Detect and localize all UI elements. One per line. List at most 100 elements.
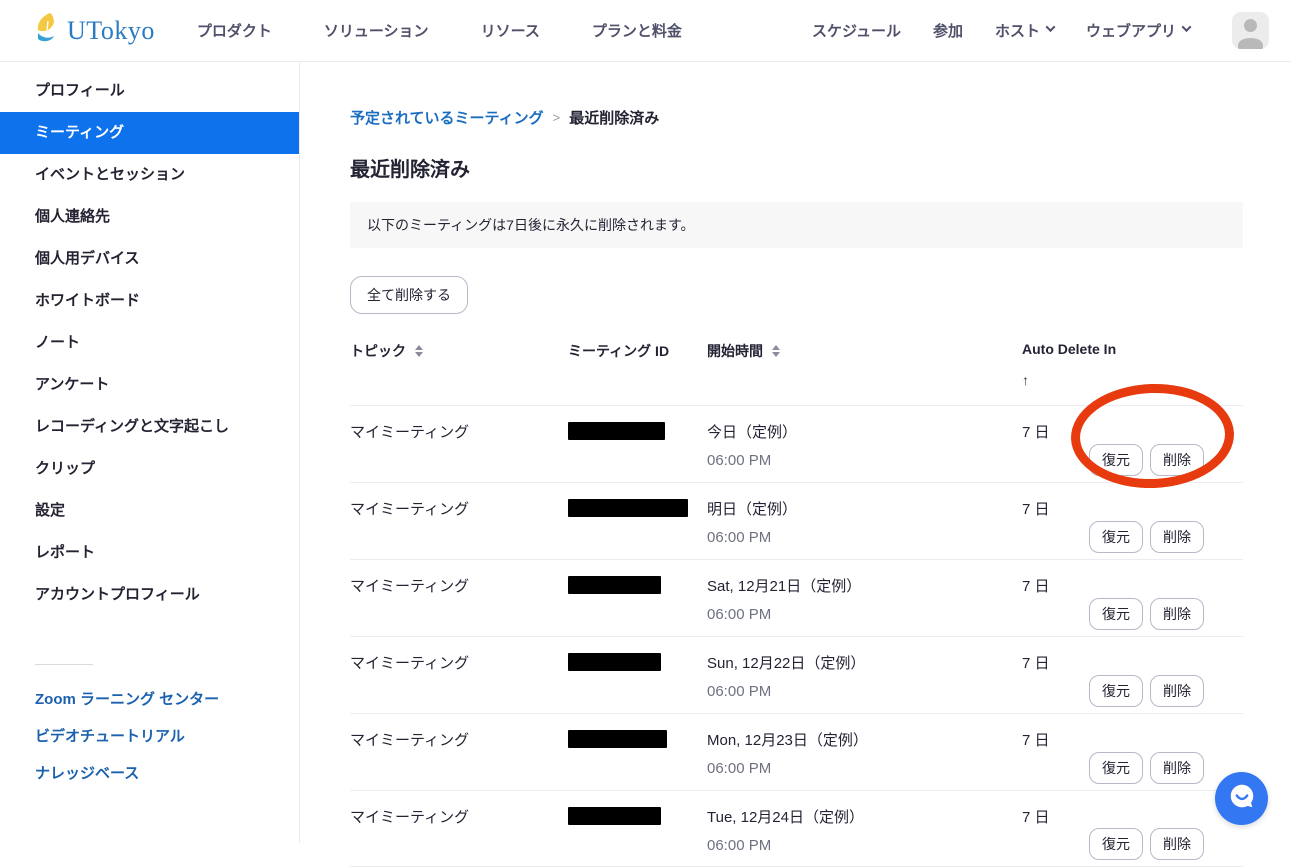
delete-button[interactable]: 削除 xyxy=(1150,675,1204,707)
delete-button[interactable]: 削除 xyxy=(1150,598,1204,630)
sidebar-item-surveys[interactable]: アンケート xyxy=(0,364,299,406)
webapp-dropdown[interactable]: ウェブアプリ xyxy=(1086,20,1190,41)
breadcrumb: 予定されているミーティング > 最近削除済み xyxy=(350,107,1243,128)
ginkgo-leaf-icon xyxy=(35,12,62,49)
row-actions: 復元 削除 xyxy=(1089,444,1204,476)
meeting-time: 06:00 PM xyxy=(707,452,797,469)
delete-all-button[interactable]: 全て削除する xyxy=(350,276,468,314)
row-actions: 復元 削除 xyxy=(1089,828,1204,860)
chat-launcher-button[interactable] xyxy=(1215,772,1268,825)
column-header-meeting-id: ミーティング ID xyxy=(568,343,669,359)
meeting-date: Tue, 12月24日（定例） xyxy=(707,806,864,827)
row-actions: 復元 削除 xyxy=(1089,521,1204,553)
sidebar-item-personal-devices[interactable]: 個人用デバイス xyxy=(0,238,299,280)
chevron-down-icon xyxy=(1182,22,1192,32)
nav-plans-pricing[interactable]: プランと料金 xyxy=(592,20,682,41)
host-dropdown-label: ホスト xyxy=(995,20,1040,41)
sidebar-item-meetings[interactable]: ミーティング xyxy=(0,112,299,154)
sort-icon[interactable] xyxy=(772,345,780,357)
meeting-date: 明日（定例） xyxy=(707,498,797,519)
meeting-time: 06:00 PM xyxy=(707,529,797,546)
schedule-button[interactable]: スケジュール xyxy=(812,20,901,41)
meeting-date: Mon, 12月23日（定例） xyxy=(707,729,868,750)
column-header-start-time: 開始時間 xyxy=(707,341,763,361)
restore-button[interactable]: 復元 xyxy=(1089,828,1143,860)
sidebar-item-notes[interactable]: ノート xyxy=(0,322,299,364)
delete-button[interactable]: 削除 xyxy=(1150,752,1204,784)
sidebar-item-settings[interactable]: 設定 xyxy=(0,490,299,532)
meeting-topic: マイミーティング xyxy=(350,729,469,750)
table-row: マイミーティング Mon, 12月23日（定例） 06:00 PM 7 日 復元… xyxy=(350,713,1243,790)
sidebar-item-personal-contacts[interactable]: 個人連絡先 xyxy=(0,196,299,238)
breadcrumb-upcoming-meetings-link[interactable]: 予定されているミーティング xyxy=(350,107,544,128)
user-avatar[interactable] xyxy=(1232,12,1269,49)
sort-icon[interactable] xyxy=(415,345,423,357)
meeting-topic: マイミーティング xyxy=(350,806,469,827)
page-title: 最近削除済み xyxy=(350,153,1243,182)
column-header-auto-delete-in: Auto Delete In xyxy=(1022,341,1116,357)
host-dropdown[interactable]: ホスト xyxy=(995,20,1054,41)
link-learning-center[interactable]: Zoom ラーニング センター xyxy=(0,681,299,718)
page-body: プロフィール ミーティング イベントとセッション 個人連絡先 個人用デバイス ホ… xyxy=(0,62,1291,843)
meeting-topic: マイミーティング xyxy=(350,575,469,596)
nav-resources[interactable]: リソース xyxy=(481,20,540,41)
meeting-time: 06:00 PM xyxy=(707,606,861,623)
top-actions: スケジュール 参加 ホスト ウェブアプリ xyxy=(812,12,1269,49)
auto-delete-value: 7 日 xyxy=(1022,501,1050,518)
sidebar-item-reports[interactable]: レポート xyxy=(0,532,299,574)
meeting-topic: マイミーティング xyxy=(350,421,469,442)
join-button[interactable]: 参加 xyxy=(933,20,963,41)
retention-notice: 以下のミーティングは7日後に永久に削除されます。 xyxy=(350,202,1243,248)
sort-ascending-arrow-icon[interactable]: ↑ xyxy=(1022,372,1243,388)
breadcrumb-separator: > xyxy=(553,110,561,125)
meeting-time: 06:00 PM xyxy=(707,683,865,700)
sidebar: プロフィール ミーティング イベントとセッション 個人連絡先 個人用デバイス ホ… xyxy=(0,62,300,843)
sidebar-item-recordings-transcripts[interactable]: レコーディングと文字起こし xyxy=(0,406,299,448)
meeting-date: 今日（定例） xyxy=(707,421,797,442)
table-row: マイミーティング 今日（定例） 06:00 PM 7 日 復元 削除 xyxy=(350,405,1243,482)
deleted-meetings-table: トピック ミーティング ID 開始時間 Auto Delete In ↑ マイミ… xyxy=(350,341,1243,867)
table-row: マイミーティング 明日（定例） 06:00 PM 7 日 復元 削除 xyxy=(350,482,1243,559)
table-header-row: トピック ミーティング ID 開始時間 Auto Delete In ↑ xyxy=(350,341,1243,405)
sidebar-item-clips[interactable]: クリップ xyxy=(0,448,299,490)
table-row: マイミーティング Sat, 12月21日（定例） 06:00 PM 7 日 復元… xyxy=(350,559,1243,636)
link-video-tutorials[interactable]: ビデオチュートリアル xyxy=(0,718,299,755)
logo-wordmark: UTokyo xyxy=(67,16,155,46)
meeting-time: 06:00 PM xyxy=(707,760,868,777)
sidebar-footer-links: Zoom ラーニング センター ビデオチュートリアル ナレッジベース xyxy=(0,681,299,792)
table-row: マイミーティング Sun, 12月22日（定例） 06:00 PM 7 日 復元… xyxy=(350,636,1243,713)
chat-bubble-icon xyxy=(1227,781,1257,816)
sidebar-divider xyxy=(35,664,93,665)
meeting-time: 06:00 PM xyxy=(707,837,864,854)
nav-products[interactable]: プロダクト xyxy=(197,20,272,41)
redacted-meeting-id xyxy=(568,576,661,594)
restore-button[interactable]: 復元 xyxy=(1089,675,1143,707)
avatar-person-icon xyxy=(1244,19,1257,32)
restore-button[interactable]: 復元 xyxy=(1089,598,1143,630)
top-navigation: プロダクト ソリューション リソース プランと料金 xyxy=(197,20,682,41)
nav-solutions[interactable]: ソリューション xyxy=(324,20,429,41)
column-header-topic: トピック xyxy=(350,341,406,361)
delete-button[interactable]: 削除 xyxy=(1150,444,1204,476)
sidebar-item-profile[interactable]: プロフィール xyxy=(0,70,299,112)
sidebar-item-events-sessions[interactable]: イベントとセッション xyxy=(0,154,299,196)
top-header: UTokyo プロダクト ソリューション リソース プランと料金 スケジュール … xyxy=(0,0,1291,62)
redacted-meeting-id xyxy=(568,422,665,440)
utokyo-logo[interactable]: UTokyo xyxy=(35,12,155,49)
sidebar-item-account-profile[interactable]: アカウントプロフィール xyxy=(0,574,299,616)
auto-delete-value: 7 日 xyxy=(1022,578,1050,595)
auto-delete-value: 7 日 xyxy=(1022,424,1050,441)
webapp-dropdown-label: ウェブアプリ xyxy=(1086,20,1176,41)
delete-button[interactable]: 削除 xyxy=(1150,828,1204,860)
zoom-web-portal: { "colors": { "accent_blue": "#0E72ED", … xyxy=(0,0,1291,843)
delete-button[interactable]: 削除 xyxy=(1150,521,1204,553)
restore-button[interactable]: 復元 xyxy=(1089,521,1143,553)
sidebar-item-whiteboard[interactable]: ホワイトボード xyxy=(0,280,299,322)
meeting-date: Sat, 12月21日（定例） xyxy=(707,575,861,596)
chevron-down-icon xyxy=(1046,22,1056,32)
link-knowledge-base[interactable]: ナレッジベース xyxy=(0,755,299,792)
restore-button[interactable]: 復元 xyxy=(1089,752,1143,784)
row-actions: 復元 削除 xyxy=(1089,752,1204,784)
restore-button[interactable]: 復元 xyxy=(1089,444,1143,476)
meeting-topic: マイミーティング xyxy=(350,498,469,519)
